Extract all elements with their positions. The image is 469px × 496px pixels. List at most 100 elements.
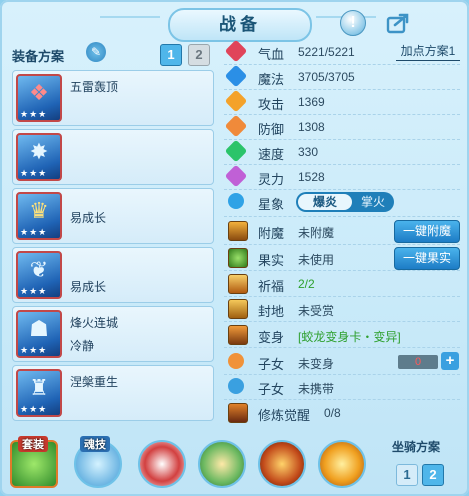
- equip-card[interactable]: ♛ ★★★ 易成长: [12, 188, 214, 244]
- equip-card[interactable]: ❖ ★★★ 五雷轰顶: [12, 70, 214, 126]
- equip-card[interactable]: ♜ ★★★ 涅槃重生: [12, 365, 214, 421]
- add-point-plan-link[interactable]: 加点方案1: [396, 42, 460, 61]
- mount-plan-tab-1[interactable]: 1: [396, 464, 418, 486]
- exclamation-icon[interactable]: !: [340, 10, 366, 36]
- shield-icon: [224, 114, 248, 138]
- extra-label: 子女: [258, 357, 285, 372]
- equip-name: 涅槃重生: [70, 375, 119, 389]
- stat-label: 灵力: [258, 172, 285, 187]
- soul-tag: 魂技: [80, 436, 110, 452]
- child-icon: [228, 353, 244, 369]
- beast-icon: ♛ ★★★: [16, 192, 62, 240]
- stat-value: 1369: [298, 95, 325, 109]
- divider: [224, 270, 460, 271]
- divider: [224, 114, 460, 115]
- equip-card[interactable]: ✸ ★★★: [12, 129, 214, 185]
- constellation-option-a[interactable]: 爆炎: [298, 194, 352, 210]
- share-icon[interactable]: [386, 12, 410, 34]
- stat-value: 5221/5221: [298, 45, 355, 59]
- stat-label: 速度: [258, 147, 285, 162]
- divider: [224, 296, 460, 297]
- extra-label: 附魔: [258, 226, 285, 241]
- extra-value: 未携带: [298, 382, 335, 396]
- divider: [224, 347, 460, 348]
- spiral-skill-icon[interactable]: [138, 440, 186, 488]
- extra-row-cultivation: 修炼觉醒 0/8: [224, 403, 464, 423]
- battle-prep-panel: 战备 ! 装备方案 ✎ 1 2 ❖ ★★★ 五雷轰顶 ✸ ★★★ ♛ ★★★ 易成长 …: [0, 0, 469, 496]
- cultivation-icon: [228, 403, 248, 423]
- fruit-icon: [228, 248, 248, 268]
- extra-value: 未变身: [298, 357, 335, 371]
- stat-label: 魔法: [258, 72, 285, 87]
- stat-value: 1308: [298, 120, 325, 134]
- stat-row-defense: 防御 1308: [224, 114, 464, 138]
- blessing-icon: [228, 274, 248, 294]
- blaze-skill-icon[interactable]: [318, 440, 366, 488]
- extra-value: 2/2: [298, 277, 315, 291]
- pencil-icon[interactable]: ✎: [86, 42, 106, 62]
- title-decoration-left: [100, 16, 160, 28]
- heart-icon: [224, 39, 248, 63]
- constellation-option-b[interactable]: 掌火: [354, 194, 392, 210]
- mask-icon: ☗ ★★★: [16, 310, 62, 358]
- window-title: 战备: [168, 8, 312, 42]
- fire-skill-icon[interactable]: [258, 440, 306, 488]
- divider: [224, 139, 460, 140]
- stat-value: 330: [298, 145, 319, 159]
- spirit-icon: [224, 164, 248, 188]
- transform-icon: [228, 325, 248, 345]
- one-click-enchant-button[interactable]: 一键附魔: [394, 220, 460, 243]
- equip-name: 五雷轰顶: [70, 80, 119, 94]
- fief-icon: [228, 299, 248, 319]
- extra-value: 未使用: [298, 253, 335, 267]
- divider: [224, 189, 460, 190]
- extra-value: 0/8: [324, 406, 341, 420]
- mount-plan-tab-2[interactable]: 2: [422, 464, 444, 486]
- equip-name: 易成长: [70, 280, 107, 294]
- extra-label: 果实: [258, 253, 285, 268]
- statue-icon: ♜ ★★★: [16, 369, 62, 417]
- extra-row-transform: 变身 [蛟龙变身卡・变异]: [224, 325, 464, 345]
- divider: [224, 374, 460, 375]
- stat-label: 攻击: [258, 97, 285, 112]
- mount-plan-label: 坐骑方案: [392, 440, 441, 454]
- divider: [224, 321, 460, 322]
- stat-value: 1528: [298, 170, 325, 184]
- equip-plan-label: 装备方案: [12, 49, 65, 64]
- suit-tag: 套装: [18, 436, 48, 452]
- divider: [224, 64, 460, 65]
- equip-plan-tab-1[interactable]: 1: [160, 44, 182, 66]
- mana-icon: [224, 64, 248, 88]
- extra-label: 封地: [258, 304, 285, 319]
- equip-plan-tab-2[interactable]: 2: [188, 44, 210, 66]
- stat-row-mp: 魔法 3705/3705: [224, 64, 464, 88]
- stat-row-speed: 速度 330: [224, 139, 464, 163]
- paw-icon: [228, 378, 244, 394]
- divider: [224, 216, 460, 217]
- star-sign-icon: [228, 193, 244, 209]
- divider: [224, 399, 460, 400]
- extra-row-blessing: 祈福 2/2: [224, 274, 464, 294]
- plus-icon[interactable]: +: [441, 352, 459, 370]
- equip-card[interactable]: ❦ ★★★ 易成长: [12, 247, 214, 303]
- child-counter: 0: [398, 355, 438, 369]
- extra-label: 祈福: [258, 279, 285, 294]
- enchant-icon: [228, 221, 248, 241]
- divider: [224, 244, 460, 245]
- skill-bar: 套装 魂技 坐骑方案 1 2: [0, 434, 469, 496]
- stat-row-attack: 攻击 1369: [224, 89, 464, 113]
- sword-icon: [224, 89, 248, 113]
- extra-value: [蛟龙变身卡・变异]: [298, 330, 401, 344]
- extra-row-fief: 封地 未受赏: [224, 299, 464, 319]
- stat-label: 防御: [258, 122, 285, 137]
- stat-value: 3705/3705: [298, 70, 355, 84]
- constellation-toggle[interactable]: 爆炎 掌火: [296, 192, 394, 212]
- stat-row-spirit: 灵力 1528: [224, 164, 464, 188]
- popsicle-icon: ❖ ★★★: [16, 74, 62, 122]
- monk-skill-icon[interactable]: [198, 440, 246, 488]
- equip-card[interactable]: ☗ ★★★ 烽火连城 冷静: [12, 306, 214, 362]
- extra-value: 未受赏: [298, 304, 335, 318]
- crab-icon: ✸ ★★★: [16, 133, 62, 181]
- stat-label: 气血: [258, 47, 285, 62]
- one-click-fruit-button[interactable]: 一键果实: [394, 247, 460, 270]
